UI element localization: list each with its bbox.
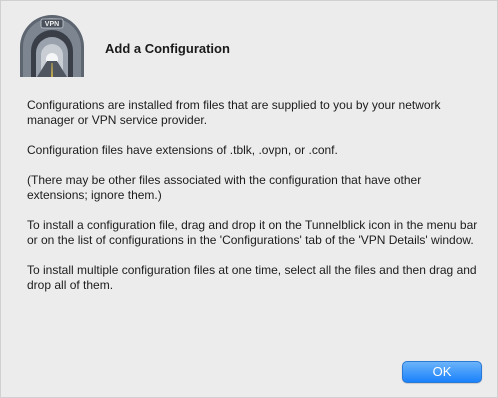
message-paragraph-2: Configuration files have extensions of .… — [27, 143, 338, 157]
message-paragraph-1: Configurations are installed from files … — [27, 98, 441, 127]
ok-button[interactable]: OK — [402, 361, 482, 383]
tunnelblick-vpn-icon: VPN — [17, 13, 87, 77]
dialog-title: Add a Configuration — [105, 41, 230, 56]
dialog-message: Configurations are installed from files … — [27, 98, 479, 308]
message-paragraph-5: To install multiple configuration files … — [27, 263, 477, 292]
vpn-plate-label: VPN — [45, 21, 59, 28]
message-paragraph-4: To install a configuration file, drag an… — [27, 218, 478, 247]
message-paragraph-3: (There may be other files associated wit… — [27, 173, 422, 202]
add-configuration-dialog: VPN Add a Configuration Configurations a… — [0, 0, 498, 398]
